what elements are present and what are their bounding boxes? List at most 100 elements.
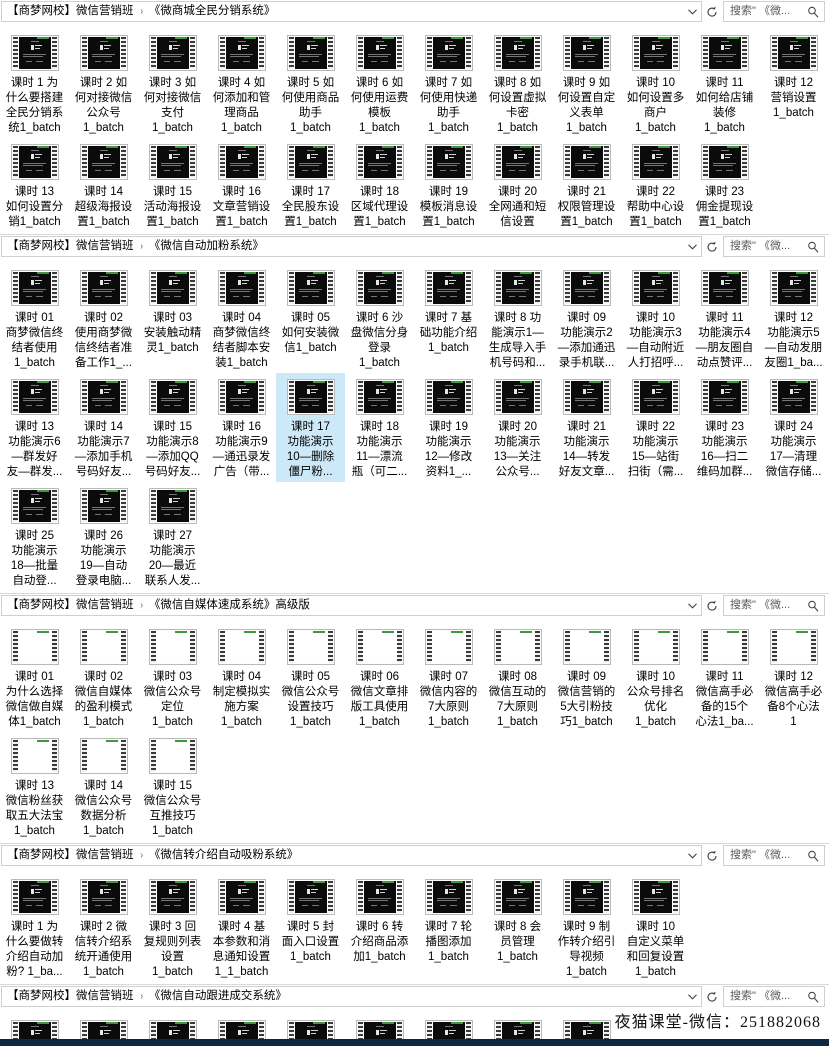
file-item[interactable]: 课时 20 功能演示 13—关注 公众号... — [483, 373, 552, 482]
file-item[interactable]: 课时 09 微信营销的 5大引粉技 巧1_batch — [552, 623, 621, 732]
file-item[interactable]: 课时 21 权限管理设 置1_batch — [552, 138, 621, 232]
file-item[interactable]: 课时 8 功 能演示1— 生成导入手 机号码和... — [483, 264, 552, 373]
file-item[interactable]: 课时 11 微信高手必 备的15个 心法1_ba... — [690, 623, 759, 732]
file-item[interactable]: 课时 27 功能演示 20—最近 联系人发... — [138, 482, 207, 591]
file-item[interactable]: 课时 15 功能演示8 —添加QQ 号码好友... — [138, 373, 207, 482]
file-item[interactable]: 课时 12 营销设置 1_batch — [759, 29, 828, 138]
file-item[interactable]: 课时 7 基 础功能介绍 1_batch — [414, 264, 483, 373]
file-item[interactable]: 课时 21 功能演示 14—转发 好友文章... — [552, 373, 621, 482]
file-item[interactable]: 课时 17 全民股东设 置1_batch — [276, 138, 345, 232]
breadcrumb[interactable]: 【商梦网校】微信营销班 › 《微信自动跟进成交系统》 — [7, 987, 685, 1006]
file-item[interactable]: 课时 26 功能演示 19—自动 登录电脑... — [69, 482, 138, 591]
breadcrumb-bar[interactable]: 【商梦网校】微信营销班 › 《微信自动加粉系统》 — [1, 236, 702, 257]
file-item[interactable]: 课时 06 微信文章排 版工具使用 1_batch — [345, 623, 414, 732]
file-item[interactable]: 课时 15 活动海报设 置1_batch — [138, 138, 207, 232]
file-item[interactable]: 课时 02 使用商梦微 信终结者准 备工作1_... — [69, 264, 138, 373]
refresh-icon[interactable] — [702, 1, 721, 22]
file-item[interactable]: 课时 12 微信高手必 备8个心法 1 — [759, 623, 828, 732]
file-item[interactable]: 课时 5 封 面入口设置 1_batch — [276, 873, 345, 982]
file-item[interactable]: 课时 5 如 何使用商品 助手 1_batch — [276, 29, 345, 138]
file-item[interactable]: 课时 05 如何安装微 信1_batch — [276, 264, 345, 373]
file-item[interactable]: 课时 23 功能演示 16—扫二 维码加群... — [690, 373, 759, 482]
file-item[interactable]: 课时 1 为 什么要做转 介绍自动加 粉? 1_ba... — [0, 873, 69, 982]
refresh-icon[interactable] — [702, 595, 721, 616]
chevron-down-icon[interactable] — [685, 596, 699, 615]
file-item[interactable]: 课时 7 轮 播图添加 1_batch — [414, 873, 483, 982]
file-item[interactable]: 课时 08 微信互动的 7大原则 1_batch — [483, 623, 552, 732]
file-item[interactable]: 课时 6 沙 盘微信分身 登录 1_batch — [345, 264, 414, 373]
search-input[interactable]: 搜索" 《微... — [723, 845, 825, 866]
breadcrumb[interactable]: 【商梦网校】微信营销班 › 《微信转介绍自动吸粉系统》 — [7, 846, 685, 865]
breadcrumb-root[interactable]: 【商梦网校】微信营销班 — [7, 987, 134, 1006]
file-item[interactable]: 课时 9 制 作转介绍引 导视频 1_batch — [552, 873, 621, 982]
refresh-icon[interactable] — [702, 986, 721, 1007]
file-item[interactable]: 课时 23 佣金提现设 置1_batch — [690, 138, 759, 232]
search-input[interactable]: 搜索" 《微... — [723, 236, 825, 257]
file-item[interactable]: 课时 8 会 员管理 1_batch — [483, 873, 552, 982]
chevron-down-icon[interactable] — [685, 846, 699, 865]
file-item[interactable]: 课时 9 如 何设置自定 义表单 1_batch — [552, 29, 621, 138]
file-item[interactable]: 课时 02 微信自媒体 的盈利模式 1_batch — [69, 623, 138, 732]
file-item[interactable]: 课时 22 功能演示 15—站街 扫街（需... — [621, 373, 690, 482]
breadcrumb[interactable]: 【商梦网校】微信营销班 › 《微信自媒体速成系统》高级版 — [7, 596, 685, 615]
file-item[interactable]: 课时 05 微信公众号 设置技巧 1_batch — [276, 623, 345, 732]
file-item[interactable]: 课时 14 超级海报设 置1_batch — [69, 138, 138, 232]
file-item[interactable]: 课时 4 基 本参数和消 息通知设置 1_1_batch — [207, 873, 276, 982]
breadcrumb-leaf[interactable]: 《微信转介绍自动吸粉系统》 — [149, 846, 299, 865]
breadcrumb-root[interactable]: 【商梦网校】微信营销班 — [7, 596, 134, 615]
file-item[interactable]: 课时 13 如何设置分 销1_batch — [0, 138, 69, 232]
file-item[interactable]: 课时 11 功能演示4 —朋友圈自 动点赞评... — [690, 264, 759, 373]
file-item[interactable]: 课时 6 如 何使用运费 模板 1_batch — [345, 29, 414, 138]
file-item[interactable]: 课时 17 功能演示 10—删除 僵尸粉... — [276, 373, 345, 482]
file-item[interactable]: 课时 04 商梦微信终 结者脚本安 装1_batch — [207, 264, 276, 373]
file-item[interactable]: 课时 13 微信粉丝获 取五大法宝 1_batch — [0, 732, 69, 841]
file-item[interactable]: 课时 14 微信公众号 数据分析 1_batch — [69, 732, 138, 841]
chevron-down-icon[interactable] — [685, 987, 699, 1006]
file-item[interactable]: 课时 20 全网通和短 信设置 — [483, 138, 552, 232]
breadcrumb-bar[interactable]: 【商梦网校】微信营销班 › 《微信自媒体速成系统》高级版 — [1, 595, 702, 616]
breadcrumb-leaf[interactable]: 《微商城全民分销系统》 — [149, 2, 276, 21]
file-item[interactable]: 课时 10 功能演示3 —自动附近 人打招呼... — [621, 264, 690, 373]
file-item[interactable]: 课时 19 模板消息设 置1_batch — [414, 138, 483, 232]
search-input[interactable]: 搜索" 《微... — [723, 1, 825, 22]
search-input[interactable]: 搜索" 《微... — [723, 986, 825, 1007]
search-input[interactable]: 搜索" 《微... — [723, 595, 825, 616]
file-item[interactable]: 课时 19 功能演示 12—修改 资料1_... — [414, 373, 483, 482]
file-item[interactable]: 课时 01 商梦微信终 结者使用 1_batch — [0, 264, 69, 373]
file-item[interactable]: 课时 03 微信公众号 定位 1_batch — [138, 623, 207, 732]
breadcrumb-root[interactable]: 【商梦网校】微信营销班 — [7, 237, 134, 256]
file-item[interactable]: 课时 16 文章营销设 置1_batch — [207, 138, 276, 232]
breadcrumb-bar[interactable]: 【商梦网校】微信营销班 › 《微信自动跟进成交系统》 — [1, 986, 702, 1007]
file-item[interactable]: 课时 6 转 介绍商品添 加1_batch — [345, 873, 414, 982]
search-icon[interactable] — [807, 849, 820, 862]
breadcrumb-root[interactable]: 【商梦网校】微信营销班 — [7, 2, 134, 21]
chevron-down-icon[interactable] — [685, 2, 699, 21]
search-icon[interactable] — [807, 599, 820, 612]
file-item[interactable]: 课时 16 功能演示9 —通迅录发 广告（带... — [207, 373, 276, 482]
file-item[interactable]: 课时 11 如何给店铺 装修 1_batch — [690, 29, 759, 138]
breadcrumb-root[interactable]: 【商梦网校】微信营销班 — [7, 846, 134, 865]
file-item[interactable]: 课时 10 公众号排名 优化 1_batch — [621, 623, 690, 732]
breadcrumb-leaf[interactable]: 《微信自媒体速成系统》高级版 — [149, 596, 310, 615]
file-item[interactable]: 课时 25 功能演示 18—批量 自动登... — [0, 482, 69, 591]
breadcrumb-leaf[interactable]: 《微信自动加粉系统》 — [149, 237, 264, 256]
file-item[interactable]: 课时 4 如 何添加和管 理商品 1_batch — [207, 29, 276, 138]
file-item[interactable]: 课时 09 功能演示2 —添加通迅 录手机联... — [552, 264, 621, 373]
search-icon[interactable] — [807, 990, 820, 1003]
file-item[interactable]: 课时 18 区域代理设 置1_batch — [345, 138, 414, 232]
file-item[interactable]: 课时 10 自定义菜单 和回复设置 1_batch — [621, 873, 690, 982]
breadcrumb[interactable]: 【商梦网校】微信营销班 › 《微商城全民分销系统》 — [7, 2, 685, 21]
breadcrumb[interactable]: 【商梦网校】微信营销班 › 《微信自动加粉系统》 — [7, 237, 685, 256]
file-item[interactable]: 课时 1 为 什么要搭建 全民分销系 统1_batch — [0, 29, 69, 138]
search-icon[interactable] — [807, 5, 820, 18]
file-item[interactable]: 课时 01 为什么选择 微信做自媒 体1_batch — [0, 623, 69, 732]
file-item[interactable]: 课时 2 如 何对接微信 公众号 1_batch — [69, 29, 138, 138]
file-item[interactable]: 课时 14 功能演示7 —添加手机 号码好友... — [69, 373, 138, 482]
breadcrumb-bar[interactable]: 【商梦网校】微信营销班 › 《微信转介绍自动吸粉系统》 — [1, 845, 702, 866]
file-item[interactable]: 课时 03 安装触动精 灵1_batch — [138, 264, 207, 373]
breadcrumb-leaf[interactable]: 《微信自动跟进成交系统》 — [149, 987, 287, 1006]
file-item[interactable]: 课时 13 功能演示6 —群发好 友—群发... — [0, 373, 69, 482]
breadcrumb-bar[interactable]: 【商梦网校】微信营销班 › 《微商城全民分销系统》 — [1, 1, 702, 22]
file-item[interactable]: 课时 3 回 复规则列表 设置 1_batch — [138, 873, 207, 982]
file-item[interactable]: 课时 24 功能演示 17—清理 微信存储... — [759, 373, 828, 482]
